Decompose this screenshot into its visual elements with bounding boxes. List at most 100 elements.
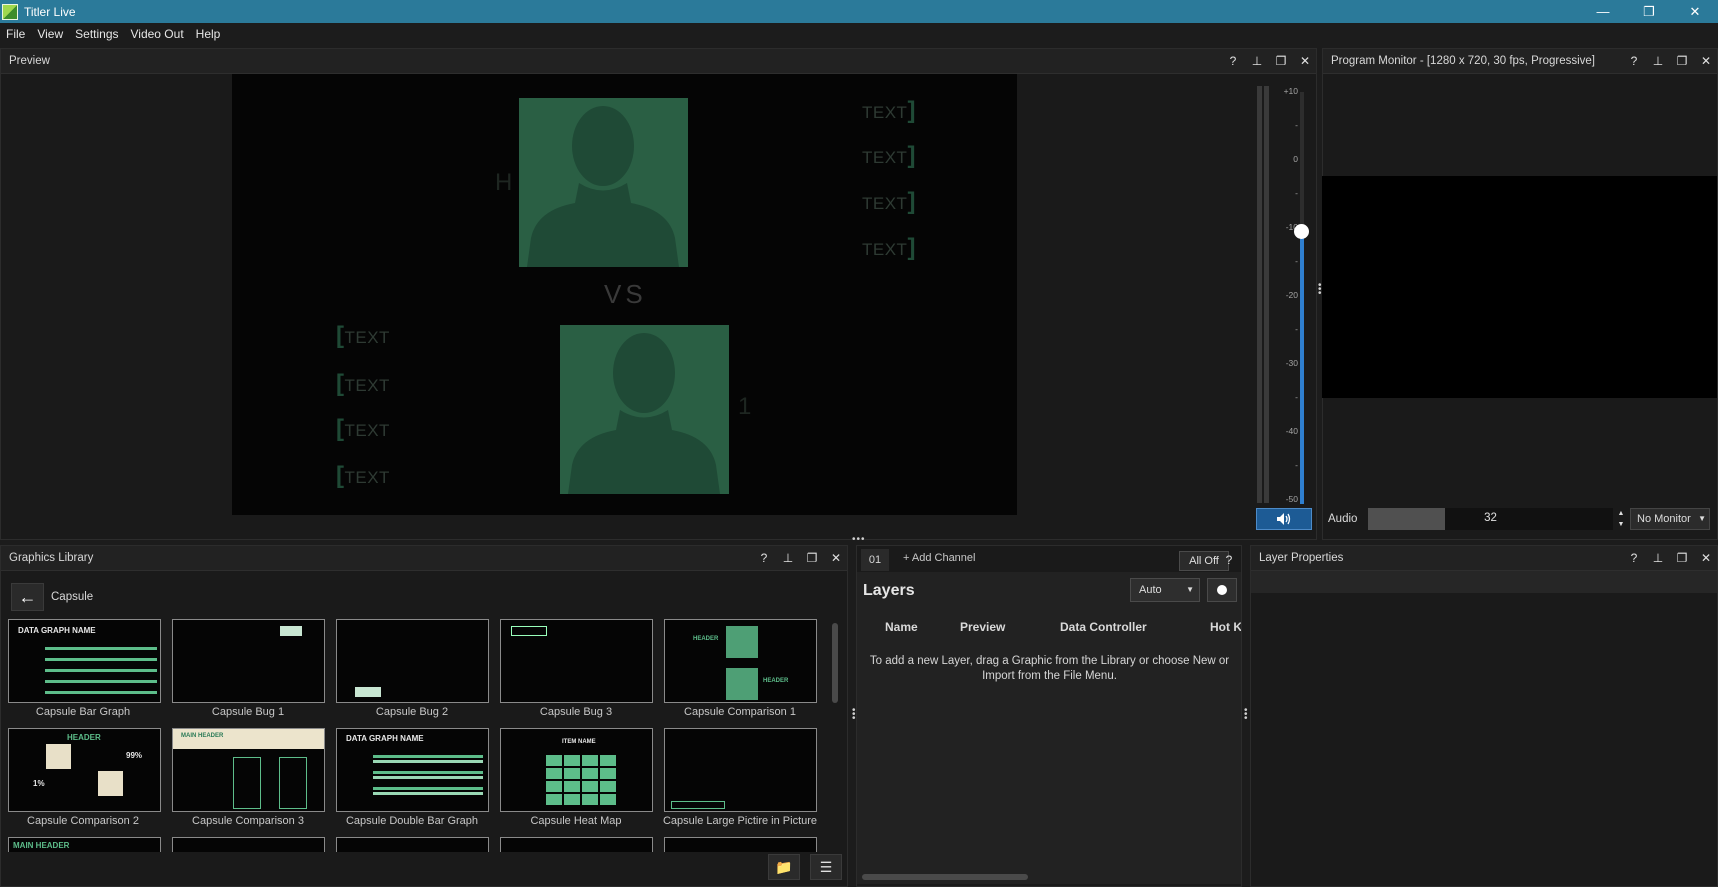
thumb-comparison-3[interactable]: MAIN HEADER [172,728,325,812]
thumb-comparison-1[interactable]: HEADER HEADER [664,619,817,703]
panel-title: Layer Properties [1259,552,1344,564]
thumb-partial[interactable] [500,837,653,852]
close-button[interactable]: ✕ [1672,0,1718,23]
menu-file[interactable]: File [0,27,31,41]
menu-help[interactable]: Help [190,27,227,41]
audio-value: 32 [1484,512,1497,524]
help-icon[interactable]: ? [757,551,771,565]
channel-tab[interactable]: 01 [861,549,889,571]
back-button[interactable]: ← [11,583,44,611]
graphic-item-label: Capsule Comparison 1 [684,706,796,718]
thumb-partial[interactable] [172,837,325,852]
restore-button[interactable]: ❐ [1626,0,1672,23]
panel-title: Graphics Library [9,552,94,564]
minimize-button[interactable]: — [1580,0,1626,23]
column-header-data-controller[interactable]: Data Controller [1060,620,1147,634]
graphic-item-label: Capsule Heat Map [530,815,622,827]
thumb-double-bar-graph[interactable]: DATA GRAPH NAME [336,728,489,812]
meter-scale-label: - [1295,188,1298,198]
thumb-bug-3[interactable] [500,619,653,703]
graphic-item-label: Capsule Comparison 3 [192,815,304,827]
vertical-splitter-handle[interactable]: • • • [1244,706,1248,724]
pin-icon[interactable]: ⊥ [781,551,795,565]
column-header-hot-key[interactable]: Hot K [1210,620,1241,634]
header-letter: H [495,169,513,196]
player-silhouette-top [519,98,688,267]
panel-title: Preview [9,55,50,67]
close-panel-icon[interactable]: ✕ [829,551,843,565]
thumb-bug-1[interactable] [172,619,325,703]
library-scrollbar[interactable] [832,623,838,703]
text-placeholder: [TEXT [336,322,390,349]
volume-slider-fill [1300,231,1304,504]
horizontal-splitter-handle[interactable]: ••• [852,535,866,545]
thumb-partial[interactable]: MAIN HEADER [8,837,161,852]
float-window-icon[interactable]: ❐ [1675,54,1689,68]
text-placeholder: [TEXT [336,370,390,397]
thumb-bar-graph[interactable]: DATA GRAPH NAME [8,619,161,703]
audio-row: Audio 32 ▲ ▼ No Monitor ▼ [1322,505,1717,533]
speaker-icon [1277,513,1291,525]
text-placeholder: [TEXT [336,462,390,489]
menu-bar: File View Settings Video Out Help [0,23,1718,44]
graphic-item-label: Capsule Comparison 2 [27,815,139,827]
thumb-comparison-2[interactable]: HEADER 99% 1% [8,728,161,812]
close-panel-icon[interactable]: ✕ [1699,551,1713,565]
float-window-icon[interactable]: ❐ [1675,551,1689,565]
pin-icon[interactable]: ⊥ [1651,551,1665,565]
text-placeholder: TEXT] [862,97,916,124]
help-icon[interactable]: ? [1226,54,1240,68]
score-glyph: 1 [738,393,752,420]
column-header-preview[interactable]: Preview [960,620,1005,634]
list-view-button[interactable]: ☰ [810,854,842,880]
graphic-item-label: Capsule Double Bar Graph [345,815,479,827]
audio-volume-slider[interactable]: 32 [1368,508,1613,530]
folder-breadcrumb: Capsule [51,591,94,603]
column-header-name[interactable]: Name [885,620,918,634]
thumb-heat-map[interactable]: ITEM NAME [500,728,653,812]
meter-scale-label: - [1295,324,1298,334]
graphic-item-label: Capsule Bar Graph [35,706,131,718]
meter-scale-label: -30 [1285,358,1298,368]
meter-scale-label: -50 [1285,494,1298,504]
panel-title: Program Monitor - [1280 x 720, 30 fps, P… [1331,55,1595,67]
record-button[interactable] [1207,578,1237,602]
help-icon[interactable]: ? [1222,553,1236,567]
float-window-icon[interactable]: ❐ [805,551,819,565]
meter-scale-label: 0 [1293,154,1298,164]
speaker-mute-button[interactable] [1256,508,1312,530]
pin-icon[interactable]: ⊥ [1651,54,1665,68]
player-silhouette-bottom [560,325,729,494]
chevron-down-icon: ▼ [1186,585,1194,594]
menu-settings[interactable]: Settings [69,27,124,41]
pin-icon[interactable]: ⊥ [1250,54,1264,68]
audio-spin-buttons[interactable]: ▲ ▼ [1616,508,1626,530]
help-icon[interactable]: ? [1627,54,1641,68]
close-panel-icon[interactable]: ✕ [1699,54,1713,68]
text-placeholder: TEXT] [862,234,916,261]
menu-video-out[interactable]: Video Out [125,27,190,41]
float-window-icon[interactable]: ❐ [1274,54,1288,68]
vertical-splitter-handle[interactable]: • • • [1318,281,1322,299]
preview-canvas[interactable]: VS H 1 TEXT] TEXT] TEXT] TEXT] [TEXT [TE… [232,74,1017,515]
audio-label: Audio [1328,513,1358,525]
new-folder-button[interactable]: 📁 [768,854,800,880]
thumb-partial[interactable] [336,837,489,852]
vertical-splitter-handle[interactable]: • • • [852,706,856,724]
layers-hscrollbar[interactable] [862,874,1028,880]
thumb-large-picture-in-picture[interactable] [664,728,817,812]
thumb-bug-2[interactable] [336,619,489,703]
thumb-partial[interactable] [664,837,817,852]
meter-scale-label: - [1295,120,1298,130]
volume-slider-handle[interactable] [1294,224,1309,239]
graphic-item-label: Capsule Bug 2 [375,706,449,718]
monitor-dropdown[interactable]: No Monitor ▼ [1630,508,1710,530]
menu-view[interactable]: View [31,27,69,41]
help-icon[interactable]: ? [1627,551,1641,565]
properties-header-strip [1251,571,1717,593]
add-channel-button[interactable]: + Add Channel [903,552,975,564]
meter-scale-label: -20 [1285,290,1298,300]
close-panel-icon[interactable]: ✕ [1298,54,1312,68]
layer-mode-dropdown[interactable]: Auto ▼ [1130,578,1200,602]
meter-scale-label: +10 [1283,86,1298,96]
